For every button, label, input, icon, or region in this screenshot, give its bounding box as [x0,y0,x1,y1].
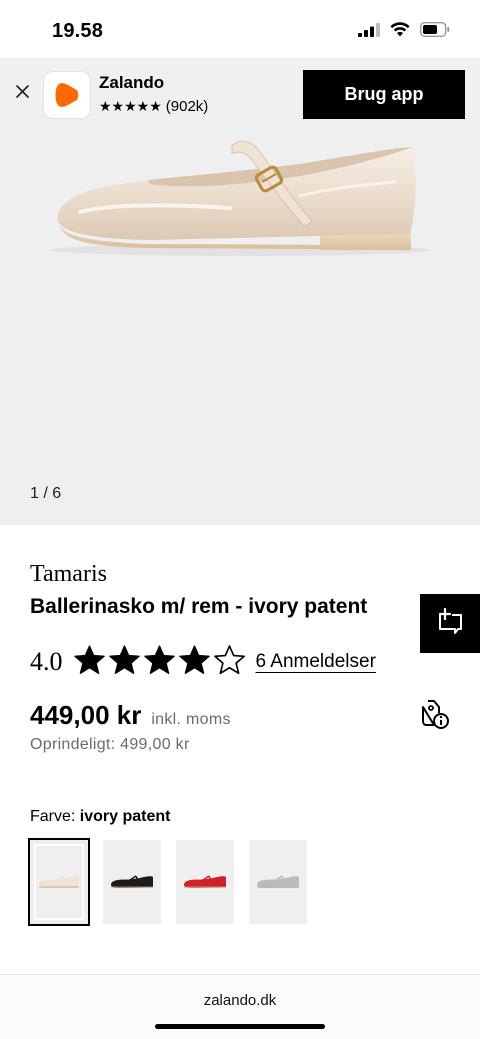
close-banner-button[interactable] [12,84,32,104]
color-selector-label: Farve: ivory patent [30,808,170,826]
product-rating: 4.0 6 Anmeldelser [30,644,376,681]
swatch-inner [34,844,84,920]
swatch-shoe-image [257,875,299,889]
battery-icon [419,21,450,42]
add-to-collection-button[interactable] [420,594,480,653]
cellular-signal-icon [358,22,380,42]
color-swatch-red[interactable] [176,840,234,924]
get-app-button[interactable]: Brug app [303,70,465,119]
selected-color: ivory patent [79,808,171,825]
swatch-shoe-image [38,875,80,888]
zalando-logo-icon [55,83,79,107]
price-info-button[interactable] [419,697,451,731]
zalando-app-icon [44,72,90,118]
close-icon [15,85,29,103]
vat-note: inkl. moms [151,711,231,728]
reviews-link[interactable]: 6 Anmeldelser [256,651,376,673]
star-filled-icon [108,644,141,681]
swatch-shoe-image [184,875,226,889]
price-tag-info-icon [419,700,451,735]
current-price: 449,00 kr [30,700,142,730]
status-icons [358,21,450,42]
rating-value: 4.0 [30,647,63,676]
tag-plus-icon [436,607,464,640]
browser-address-bar[interactable]: zalando.dk [0,974,480,1039]
image-counter: 1 / 6 [30,485,62,502]
product-image-gallery[interactable]: 1 / 6 [0,132,480,525]
price-row: 449,00 kr inkl. moms [30,700,231,731]
app-rating: ★★★★★ (902k) [99,98,208,115]
swatch-shoe-image [111,875,153,889]
color-swatch-silver[interactable] [249,840,307,924]
star-empty-icon [213,644,246,681]
star-filled-icon [73,644,106,681]
url-text: zalando.dk [203,992,277,1009]
app-rating-stars: ★★★★★ [99,98,162,114]
star-filled-icon [178,644,211,681]
product-title: Ballerinasko m/ rem - ivory patent [30,595,368,618]
color-swatch-ivory[interactable] [28,838,90,926]
rating-stars [73,644,246,681]
app-name: Zalando [99,73,165,92]
wifi-icon [390,22,410,42]
status-bar: 19.58 [0,0,480,60]
color-swatch-black[interactable] [103,840,161,924]
home-indicator[interactable] [155,1024,325,1029]
color-swatches [28,838,307,926]
star-filled-icon [143,644,176,681]
status-time: 19.58 [52,20,104,42]
ballerina-shoe-image [50,140,430,256]
app-review-count: (902k) [165,98,209,115]
color-label: Farve: [30,808,76,825]
app-install-banner: Zalando ★★★★★ (902k) Brug app [0,58,480,132]
brand-name[interactable]: Tamaris [30,561,107,588]
original-price: Oprindeligt: 499,00 kr [30,736,190,753]
